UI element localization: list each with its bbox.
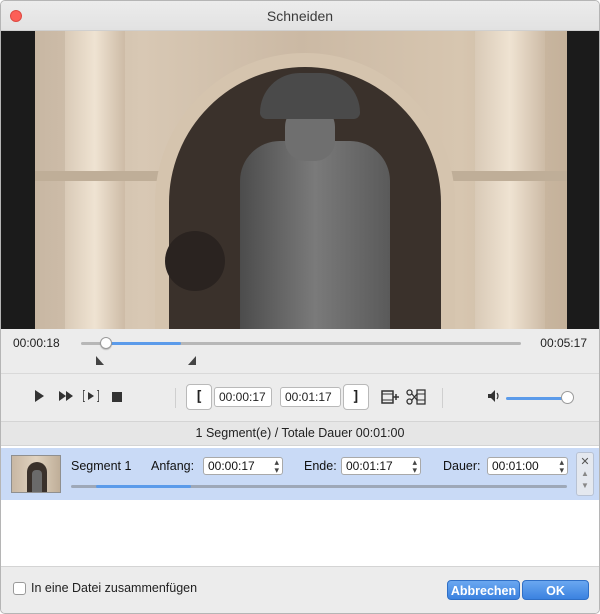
volume-slider-track[interactable] [506,397,566,400]
timeline: 00:00:18 00:05:17 [1,329,599,373]
cornice-left [35,171,165,181]
set-end-button[interactable]: ] [343,384,369,410]
timeline-track[interactable] [81,337,521,349]
video-frame [35,31,567,329]
segment-duration-stepper[interactable]: 00:01:00 ▴ ▾ [487,457,568,475]
play-button[interactable] [34,390,44,405]
ok-button[interactable]: OK [522,580,589,600]
dialog-footer: In eine Datei zusammenfügen Abbrechen OK [1,566,599,613]
start-marker-handle[interactable] [95,356,104,365]
volume-slider-knob[interactable] [561,391,574,404]
segment-range-track [71,485,567,488]
round-window [165,231,225,291]
cancel-button[interactable]: Abbrechen [447,580,520,600]
set-start-button[interactable]: [ [186,384,212,410]
segment-row[interactable]: Segment 1 Anfang: 00:00:17 ▴ ▾ Ende: 00:0… [1,448,599,500]
segment-end-value: 00:01:17 [346,459,393,473]
stop-icon [112,390,122,405]
segment-name: Segment 1 [71,459,132,473]
play-segment-icon [82,389,100,405]
segment-start-value: 00:00:17 [208,459,255,473]
video-preview [1,31,599,329]
current-time: 00:00:18 [13,336,60,350]
total-time: 00:05:17 [540,336,587,350]
fast-forward-button[interactable] [59,390,73,405]
cut-icon [406,388,426,409]
end-time-field[interactable]: 00:01:17 [280,387,341,407]
stepper-arrows-icon[interactable]: ▴ ▾ [274,458,279,475]
volume-icon [488,390,502,405]
window-title: Schneiden [266,8,334,24]
merge-checkbox[interactable] [13,582,26,595]
move-down-icon[interactable]: ▼ [577,481,593,490]
thumbnail-statue [32,470,42,492]
play-icon [34,390,44,405]
mute-button[interactable] [488,390,502,405]
statue-body [240,141,390,329]
stop-button[interactable] [112,390,122,405]
timeline-selection [104,342,181,345]
segment-row-controls: ✕ ▲ ▼ [576,452,594,496]
segment-range-selection [96,485,191,488]
toolbar-divider [175,388,176,408]
segments-summary: 1 Segment(e) / Totale Dauer 00:01:00 [1,421,599,446]
segment-start-stepper[interactable]: 00:00:17 ▴ ▾ [203,457,283,475]
start-time-field[interactable]: 00:00:17 [214,387,272,407]
cut-button[interactable] [406,388,426,409]
merge-checkbox-label: In eine Datei zusammenfügen [31,581,198,595]
segment-start-label: Anfang: [151,459,195,473]
delete-segment-icon[interactable]: ✕ [577,455,593,468]
cut-dialog-window: Schneiden 00:00:18 00:05:17 [00:00:17 0… [0,0,600,614]
cornice-right [435,171,567,181]
segment-thumbnail [11,455,61,493]
end-marker-handle[interactable] [187,356,196,365]
stepper-arrows-icon[interactable]: ▴ ▾ [559,458,564,475]
add-segment-button[interactable] [381,388,399,409]
segment-end-stepper[interactable]: 00:01:17 ▴ ▾ [341,457,421,475]
segment-duration-value: 00:01:00 [492,459,539,473]
fast-forward-icon [59,390,73,405]
move-up-icon[interactable]: ▲ [577,469,593,478]
title-bar: Schneiden [1,1,599,31]
playhead-knob[interactable] [100,337,113,349]
segment-duration-label: Dauer: [443,459,481,473]
add-segment-icon [381,388,399,409]
segment-end-label: Ende: [304,459,337,473]
stepper-arrows-icon[interactable]: ▴ ▾ [412,458,417,475]
segment-list: Segment 1 Anfang: 00:00:17 ▴ ▾ Ende: 00:0… [1,446,599,566]
playback-controls: [ 00:00:17 00:01:17 ] [1,373,599,421]
play-segment-button[interactable] [82,389,100,405]
toolbar-divider [442,388,443,408]
